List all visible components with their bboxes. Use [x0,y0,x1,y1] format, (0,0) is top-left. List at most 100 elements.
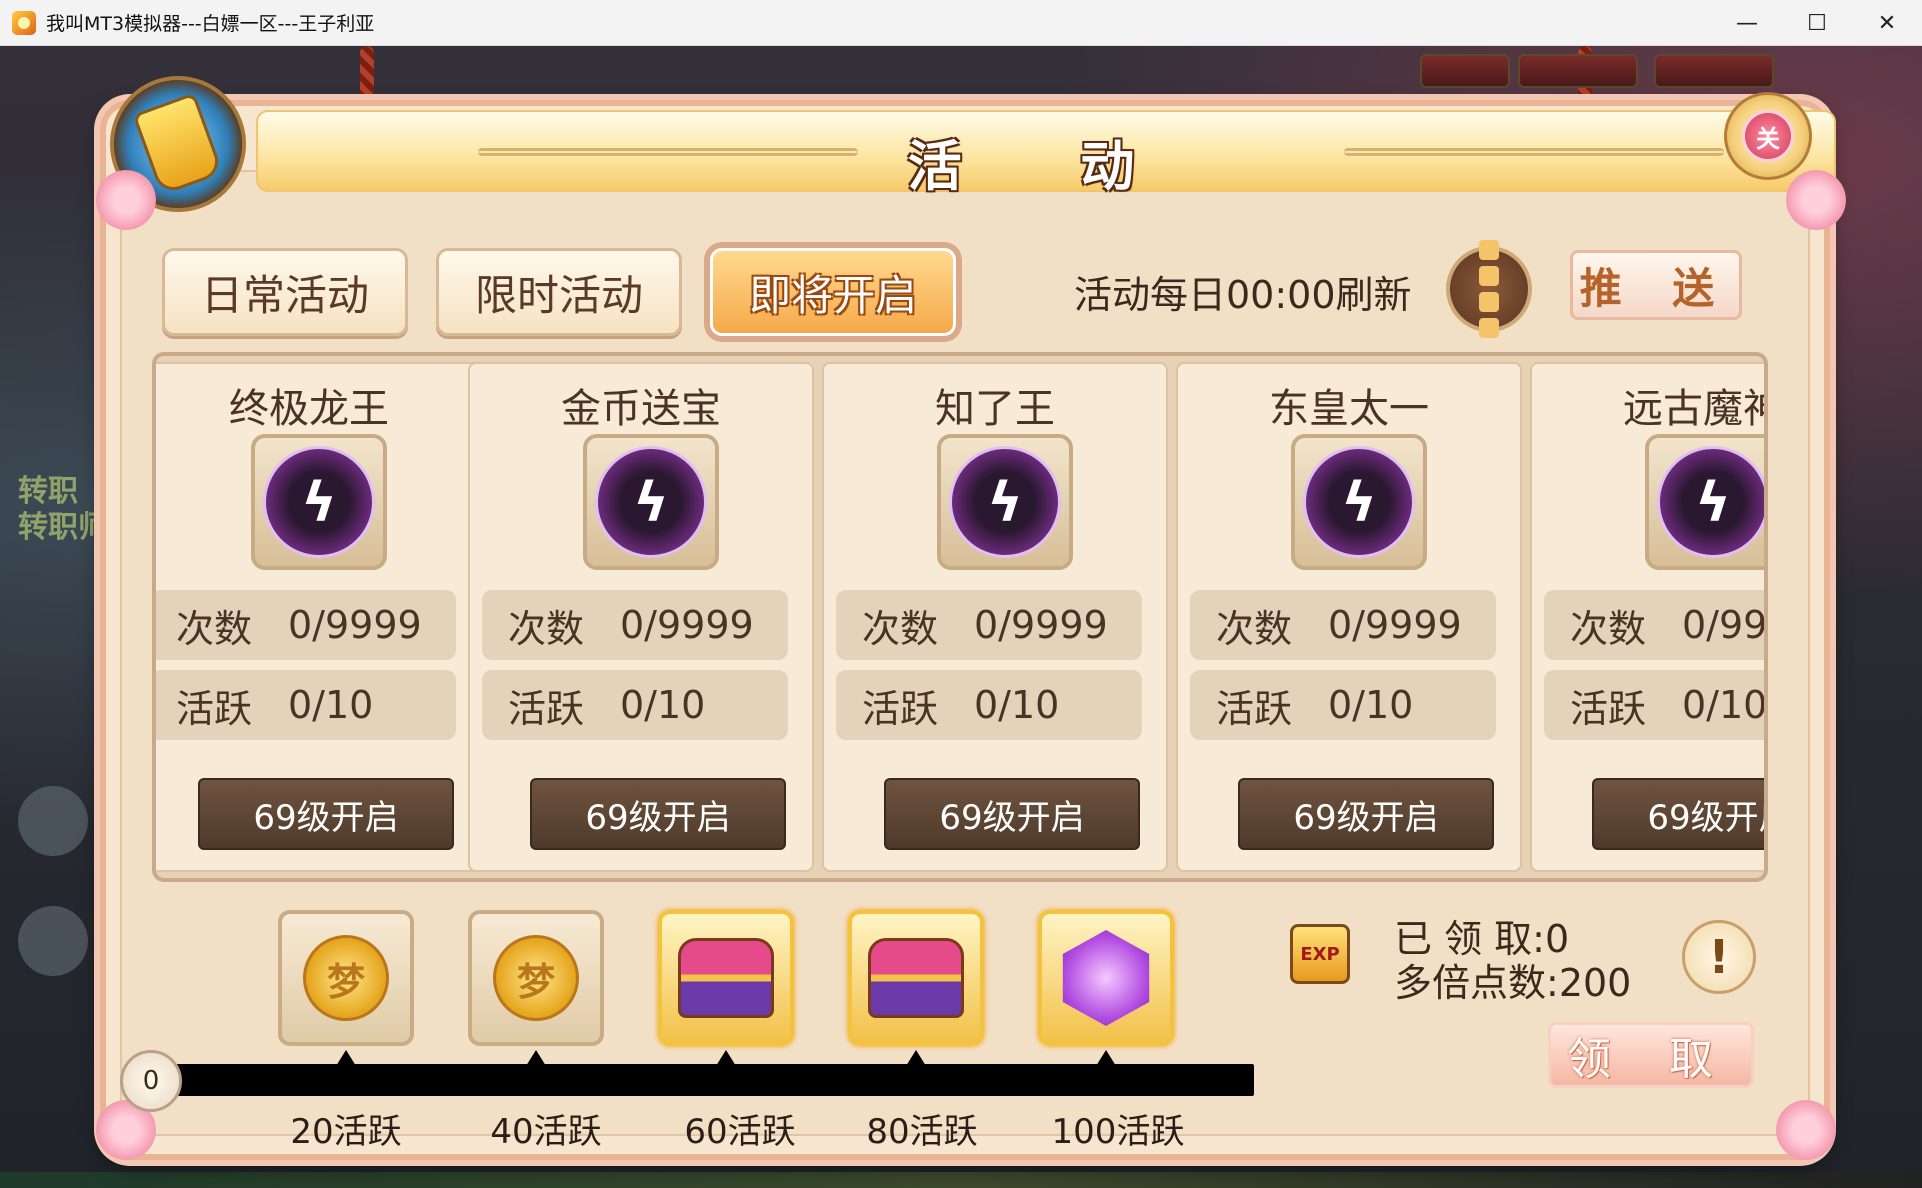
minimize-button[interactable]: — [1712,0,1782,46]
lightning-orb-icon: ϟ [1303,446,1415,558]
level-unlock-button[interactable]: 69级开启 [1238,778,1494,850]
info-button[interactable]: ! [1682,920,1756,994]
active-label: 活跃 [862,686,939,731]
progress-track [164,1064,1254,1096]
count-row: 次数 0/9999 [836,590,1142,660]
activity-name: 远古魔神 [1623,386,1768,432]
window-title: 我叫MT3模拟器---白嫖一区---王子利亚 [46,13,375,35]
lightning-orb-icon: ϟ [595,446,707,558]
tab-limited[interactable]: 限时活动 [436,248,682,336]
hud-bar [1518,54,1638,88]
panel-close-button[interactable]: 关 [1724,92,1812,180]
refresh-notice: 活动每日00:00刷新 [1074,273,1412,317]
milestone-marker [1096,1050,1116,1066]
hud-bar [1654,54,1774,88]
milestone-marker [716,1050,736,1066]
count-row: 次数 0/9999 [1190,590,1496,660]
reward-chest-20[interactable]: 梦 [278,910,414,1046]
active-row: 活跃 0/10 [836,670,1142,740]
reward-chest-40[interactable]: 梦 [468,910,604,1046]
activity-name: 终极龙王 [229,386,389,432]
multiplier-label: 多倍点数: [1394,961,1559,1005]
count-value: 0/9999 [974,603,1108,647]
count-value: 0/9999 [1682,603,1768,647]
multiplier-points: 多倍点数:200 [1394,952,1631,1007]
claim-button[interactable]: 领 取 [1548,1022,1754,1088]
activity-card[interactable]: 东皇太一 ϟ 次数 0/9999 活跃 0/10 69级开启 [1176,362,1522,872]
grid-menu-button[interactable] [1446,240,1532,338]
count-label: 次数 [1216,606,1293,651]
milestone-marker [526,1050,546,1066]
milestone-label: 40活跃 [490,1112,602,1152]
activity-card[interactable]: 终极龙王 ϟ 次数 0/9999 活跃 0/10 69级开启 [156,362,482,872]
app-icon [12,10,36,35]
active-value: 0/10 [1682,683,1768,727]
close-window-button[interactable]: ✕ [1852,0,1922,46]
multiplier-value: 200 [1558,961,1632,1005]
chat-icon[interactable] [18,906,88,976]
lightning-orb-icon: ϟ [949,446,1061,558]
active-row: 活跃 0/10 [1190,670,1496,740]
active-value: 0/10 [974,683,1060,727]
level-unlock-button[interactable]: 69级开启 [884,778,1140,850]
count-label: 次数 [1570,606,1647,651]
dream-coin-icon: 梦 [493,935,579,1021]
level-unlock-button[interactable]: 69级开启 [530,778,786,850]
exp-strip [0,1172,1922,1188]
activity-card[interactable]: 知了王 ϟ 次数 0/9999 活跃 0/10 69级开启 [822,362,1168,872]
count-value: 0/9999 [288,603,422,647]
chat-icon[interactable] [18,786,88,856]
count-label: 次数 [862,606,939,651]
lightning-orb-icon: ϟ [1657,446,1764,558]
purple-gem-icon [1062,930,1150,1026]
milestone-marker [336,1050,356,1066]
active-row: 活跃 0/10 [482,670,788,740]
activity-card[interactable]: 金币送宝 ϟ 次数 0/9999 活跃 0/10 69级开启 [468,362,814,872]
active-row: 活跃 0/10 [156,670,456,740]
activity-icon: ϟ [251,434,387,570]
level-unlock-button[interactable]: 69级开启 [198,778,454,850]
maximize-button[interactable]: ☐ [1782,0,1852,46]
activity-icon: ϟ [583,434,719,570]
activity-list[interactable]: 终极龙王 ϟ 次数 0/9999 活跃 0/10 69级开启 金币送宝 ϟ 次数 0/… [152,352,1768,882]
treasure-chest-icon [868,938,964,1018]
push-button[interactable]: 推 送 [1570,250,1742,320]
treasure-chest-icon [678,938,774,1018]
active-value: 0/10 [288,683,374,727]
reward-chest-100[interactable] [1038,910,1174,1046]
panel-title: 活 动 [907,135,1185,198]
activity-name: 东皇太一 [1269,386,1429,432]
active-label: 活跃 [1570,686,1647,731]
active-row: 活跃 0/10 [1544,670,1768,740]
lightning-orb-icon: ϟ [263,446,375,558]
progress-value-badge: 0 [120,1050,182,1112]
active-label: 活跃 [508,686,585,731]
activity-icon: ϟ [1645,434,1764,570]
dream-coin-icon: 梦 [303,935,389,1021]
panel-title-bar: 活 动 [256,110,1836,198]
exp-boost-icon[interactable]: EXP [1290,924,1350,984]
hud-bar [1420,54,1510,88]
count-row: 次数 0/9999 [156,590,456,660]
milestone-label: 20活跃 [290,1112,402,1152]
count-label: 次数 [176,606,253,651]
milestone-marker [906,1050,926,1066]
count-row: 次数 0/9999 [1544,590,1768,660]
tab-upcoming[interactable]: 即将开启 [710,248,956,336]
rope-decoration [360,46,374,106]
window-controls: — ☐ ✕ [1712,0,1922,46]
tab-daily[interactable]: 日常活动 [162,248,408,336]
close-icon: 关 [1742,110,1794,162]
level-unlock-button[interactable]: 69级开启 [1592,778,1764,850]
window-titlebar: 我叫MT3模拟器---白嫖一区---王子利亚 — ☐ ✕ [0,0,1922,46]
activity-name: 金币送宝 [561,386,721,432]
active-label: 活跃 [1216,686,1293,731]
reward-chest-60[interactable] [658,910,794,1046]
count-value: 0/9999 [620,603,754,647]
count-label: 次数 [508,606,585,651]
activity-icon: ϟ [1291,434,1427,570]
milestone-label: 60活跃 [684,1112,796,1152]
flower-decoration [96,170,156,230]
activity-card[interactable]: 远古魔神 ϟ 次数 0/9999 活跃 0/10 69级开启 [1530,362,1768,872]
reward-chest-80[interactable] [848,910,984,1046]
